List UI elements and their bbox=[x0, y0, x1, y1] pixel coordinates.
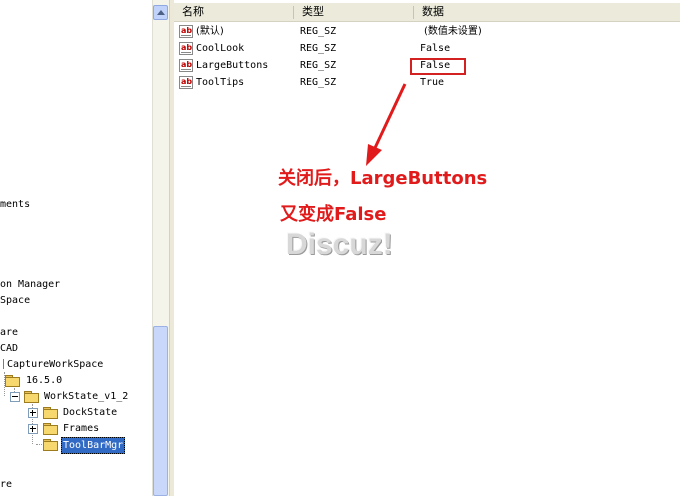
watermark-logo: Discuz! bbox=[286, 228, 393, 261]
annotation-line-1: 关闭后，LargeButtons bbox=[278, 168, 488, 189]
annotation-line-2: 又变成False bbox=[280, 204, 387, 225]
